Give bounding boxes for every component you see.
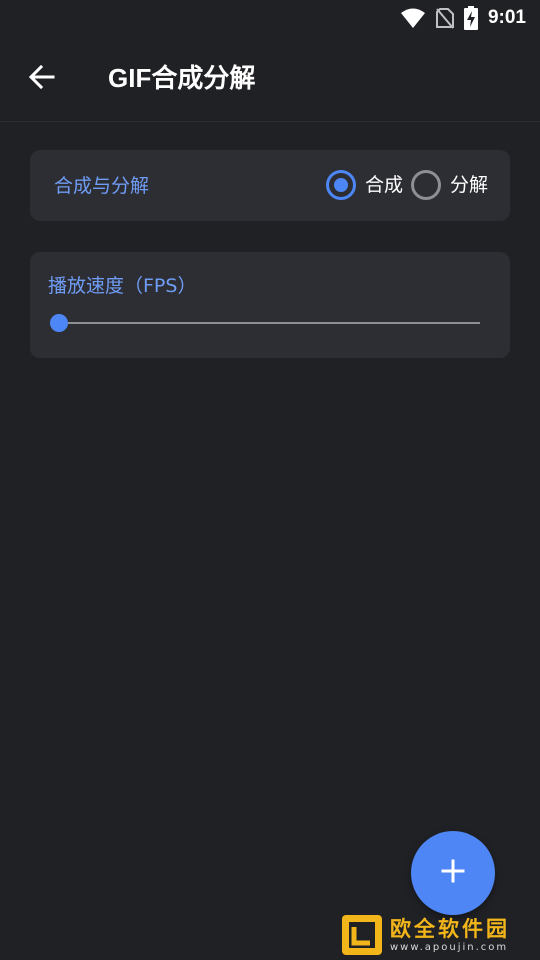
radio-decompose-label: 分解 (449, 174, 488, 196)
mode-radio-group: 合成 分解 (318, 170, 488, 200)
fps-card: 播放速度（FPS） (30, 252, 510, 358)
app-bar: GIF合成分解 (0, 36, 540, 122)
mode-label: 合成与分解 (54, 175, 150, 197)
wifi-icon (400, 7, 426, 29)
fps-slider[interactable] (50, 312, 490, 334)
watermark-text-group: 欧全软件园 www.apoujin.com (390, 916, 510, 954)
battery-charging-icon (463, 6, 478, 30)
status-bar: 9:01 (0, 0, 540, 36)
radio-unchecked-icon (410, 170, 441, 200)
watermark-url: www.apoujin.com (390, 942, 509, 953)
arrow-left-icon (28, 63, 56, 95)
radio-decompose[interactable]: 分解 (410, 170, 488, 200)
watermark: 欧全软件园 www.apoujin.com (340, 912, 536, 958)
add-button[interactable] (411, 831, 495, 915)
status-time: 9:01 (487, 7, 526, 28)
radio-checked-icon (325, 170, 356, 200)
no-sim-icon (435, 7, 454, 29)
fps-label: 播放速度（FPS） (48, 275, 197, 297)
radio-compose-label: 合成 (364, 174, 403, 196)
watermark-text: 欧全软件园 (390, 917, 510, 941)
back-button[interactable] (18, 55, 66, 103)
mode-card: 合成与分解 合成 分解 (30, 150, 510, 221)
slider-track (60, 322, 480, 324)
page-title: GIF合成分解 (108, 63, 256, 93)
slider-thumb[interactable] (50, 314, 68, 332)
watermark-logo-icon (340, 913, 384, 957)
radio-compose[interactable]: 合成 (325, 170, 403, 200)
plus-icon (440, 858, 466, 888)
